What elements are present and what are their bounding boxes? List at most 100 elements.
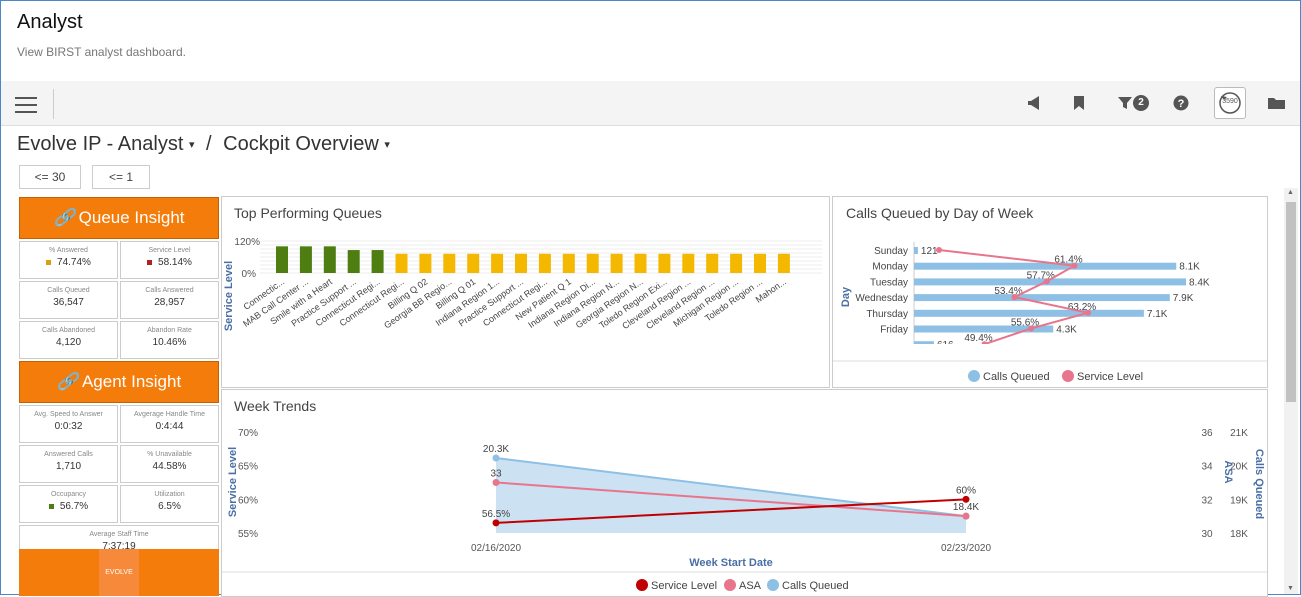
bar [419,253,432,273]
asa-tick-label: 34 [1201,462,1213,473]
kpi-value: 28,957 [121,297,218,308]
bar [491,253,504,273]
kpi-value: 1,710 [20,461,117,472]
day-label: Sunday [874,246,908,257]
clip-mask [833,344,1267,356]
kpi-label: Avgerage Handle Time [133,411,206,418]
kpi-label: Occupancy [50,491,87,498]
help-icon[interactable]: ? [1169,91,1193,115]
breadcrumb-dashboard[interactable]: Cockpit Overview [223,133,379,155]
breadcrumb: Evolve IP - Analyst ▾ / Cockpit Overview… [17,133,390,156]
kpi-label: Answered Calls [44,451,93,458]
megaphone-icon[interactable] [1023,91,1047,115]
page-subtitle: View BIRST analyst dashboard. [17,45,186,59]
day-label: Tuesday [870,277,908,288]
filter-chip-days[interactable]: <= 30 [19,165,81,189]
kpi-value: 58.14% [121,257,218,268]
kpi-label: Calls Answered [145,287,194,294]
kpi-card: Avgerage Handle Time 0:4:44 [120,405,219,443]
breadcrumb-space[interactable]: Evolve IP - Analyst [17,133,183,155]
bar [682,253,695,273]
x-tick-label: 02/23/2020 [941,543,991,554]
bar [515,253,527,273]
agent-insight-label: Agent Insight [81,372,182,391]
legend-swatch [968,370,980,382]
kpi-value: 0:0:32 [20,421,117,432]
agent-insight-button[interactable]: 🔗 Agent Insight [19,361,219,403]
kpi-label: Calls Abandoned [42,327,95,334]
queue-insight-button[interactable]: 🔗 Queue Insight [19,197,219,239]
kpi-swatch [147,259,153,265]
point-data-label: 20.3K [483,444,509,455]
kpi-label: Avg. Speed to Answer [34,411,103,418]
line-point [936,247,942,253]
kpi-card: Calls Queued 36,547 [19,281,118,319]
svg-text:?: ? [1178,98,1185,110]
kpi-value-text: 56.7% [59,501,89,512]
breadcrumb-separator: / [206,133,212,155]
kpi-card: Occupancy 56.7% [19,485,118,523]
scrollbar-thumb[interactable] [1286,202,1296,402]
kpi-value-text: 74.74% [57,257,91,268]
kpi-value: 4,120 [20,337,117,348]
toolbar-divider [53,89,54,119]
page-title: Analyst [17,11,83,33]
legend-swatch [767,579,779,591]
kpi-value-text: 28,957 [154,297,185,308]
legend-label: ASA [739,580,762,592]
kpi-card: Utilization 6.5% [120,485,219,523]
day-label: Wednesday [855,293,908,304]
scroll-up-icon[interactable]: ▲ [1287,189,1294,196]
bar [914,294,1170,302]
calls-tick-label: 21K [1230,428,1248,439]
bar [586,253,599,273]
week-trends-chart: 70%65%60%55%3634323021K20K19K18KService … [222,428,1267,592]
kpi-card: Calls Abandoned 4,120 [19,321,118,359]
point-data-label: 18.4K [953,502,979,513]
kpi-card: Calls Answered 28,957 [120,281,219,319]
kpi-card: Abandon Rate 10.46% [120,321,219,359]
point-data-label: 33 [490,469,502,480]
bookmark-icon[interactable] [1067,91,1091,115]
kpi-card: Avg. Speed to Answer 0:0:32 [19,405,118,443]
bar [914,247,918,254]
kpi-value: 44.58% [121,461,218,472]
bar [395,253,408,273]
scroll-down-icon[interactable]: ▼ [1287,585,1294,592]
kpi-value-text: 0:0:32 [54,421,83,432]
asa-tick-label: 30 [1201,529,1213,540]
filter-chip-weeks[interactable]: <= 1 [92,165,150,189]
kpi-value-text: 10.46% [152,337,187,348]
bar [323,246,336,273]
calls-axis-label: Calls Queued [1253,449,1265,519]
legend-swatch [1062,370,1074,382]
point-data-label: 56.5% [482,509,510,520]
calls-by-day-chart: DaySunday 121Monday 8.1K61.4%Tuesday 8.4K57… [833,242,1267,383]
kpi-card: % Answered 74.74% [19,241,118,279]
undo-icon[interactable]: 3590 [1214,87,1246,119]
kpi-value-text: 44.58% [152,461,187,472]
bar-data-label: 7.9K [1173,293,1194,304]
folder-icon[interactable] [1265,91,1289,115]
bar [634,253,647,273]
kpi-card: % Unavailable 44.58% [120,445,219,483]
kpi-label: Abandon Rate [147,327,192,334]
bar-data-label: 4.3K [1056,325,1077,336]
bar [658,253,671,273]
menu-icon[interactable] [15,92,37,118]
bar [467,253,480,273]
calls-tick-label: 18K [1230,529,1248,540]
x-axis-label: Week Start Date [689,557,773,569]
kpi-value-text: 58.14% [158,257,192,268]
week-trends-panel: Week Trends 70% 65% 60% 55% 36 34 32 30 21K 20K 19… [221,389,1268,597]
legend-label: Calls Queued [782,580,849,592]
line-point [492,519,500,527]
line-point [962,512,970,520]
chevron-down-icon[interactable]: ▾ [189,139,195,151]
kpi-swatch [46,259,52,265]
chevron-down-icon[interactable]: ▾ [384,139,390,151]
bar [914,309,1144,317]
evolve-logo: EVOLVE [99,549,139,596]
kpi-value-text: 36,547 [53,297,84,308]
y-tick-label: 55% [238,529,258,540]
